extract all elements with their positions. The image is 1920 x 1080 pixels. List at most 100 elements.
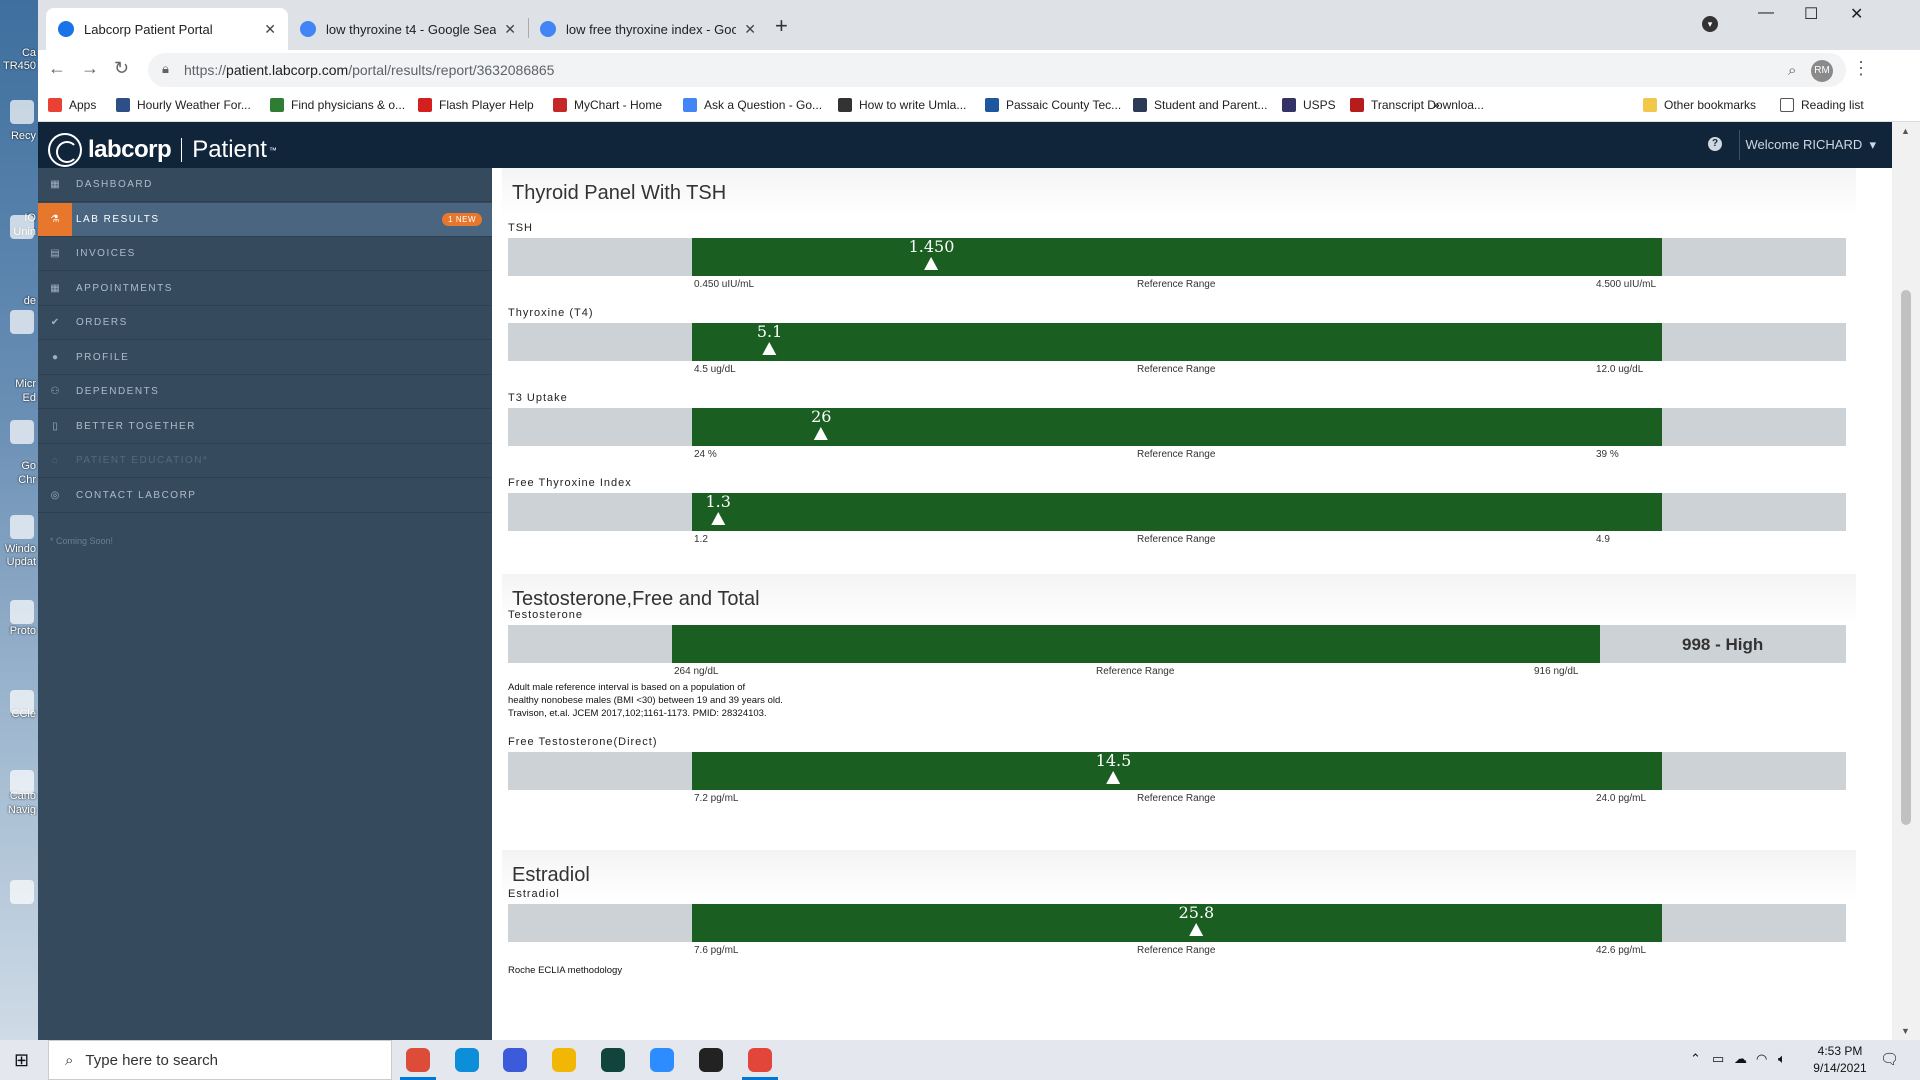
desktop-icon-label[interactable]: Navig [0, 804, 38, 816]
bookmark-label: Transcript Downloa... [1371, 98, 1484, 112]
profile-avatar[interactable]: RM [1811, 60, 1833, 82]
maximize-icon[interactable]: ☐ [1804, 4, 1818, 24]
sidebar-item-label: PROFILE [76, 351, 130, 363]
page-scrollbar[interactable]: ▲ ▼ [1892, 122, 1920, 1040]
other-bookmarks-folder[interactable]: Other bookmarks [1643, 98, 1756, 112]
tray-chevron-icon[interactable]: ⌃ [1690, 1051, 1701, 1067]
back-arrow-icon[interactable]: ← [48, 58, 66, 79]
marker-triangle-icon [1189, 923, 1204, 936]
desktop-shortcut-icon[interactable] [10, 515, 34, 539]
range-high-label: 12.0 ug/dL [1596, 364, 1644, 375]
zoom-icon[interactable]: ⌕ [1788, 62, 1796, 79]
file-explorer-icon[interactable] [552, 1048, 576, 1072]
scrollbar-thumb[interactable] [1901, 290, 1911, 825]
desktop-icon-label[interactable]: Go [0, 460, 38, 472]
desktop-icon-label[interactable]: Windo [0, 543, 38, 555]
bookmark-item[interactable]: Transcript Downloa... [1350, 98, 1484, 112]
desktop-icon-label[interactable]: Recy [0, 130, 38, 142]
ccleaner-icon[interactable] [748, 1048, 772, 1072]
note-line: Roche ECLIA methodology [508, 965, 623, 976]
reload-icon[interactable]: ↻ [114, 58, 129, 79]
desktop-icon-label[interactable]: Ca [0, 47, 38, 59]
labcorp-logo[interactable]: labcorp Patient ™ [48, 133, 277, 167]
desktop-shortcut-icon[interactable] [10, 600, 34, 624]
web-page: labcorp Patient ™ ? Welcome RICHARD ▾ * C… [38, 122, 1920, 1040]
taskbar-search-box[interactable]: ⌕ Type here to search [48, 1040, 392, 1080]
desktop-icon-label[interactable]: Proto [0, 625, 38, 637]
forward-arrow-icon[interactable]: → [81, 58, 99, 79]
bookmark-item[interactable]: How to write Umla... [838, 98, 966, 112]
bookmark-item[interactable]: Hourly Weather For... [116, 98, 251, 112]
close-tab-icon[interactable]: ✕ [744, 21, 756, 38]
desktop-shortcut-icon[interactable] [10, 770, 34, 794]
desktop-icon-label[interactable]: Updat [0, 556, 38, 568]
sidebar-item-better-together[interactable]: ▯ BETTER TOGETHER [38, 410, 492, 444]
desktop-shortcut-icon[interactable] [10, 880, 34, 904]
help-icon[interactable]: ? [1708, 137, 1722, 151]
tab-google-search-2[interactable]: low free thyroxine index - Googl ✕ [528, 8, 768, 50]
tab-search-icon[interactable]: ▾ [1702, 16, 1718, 32]
volume-icon[interactable]: 🔈︎ [1778, 1051, 1786, 1067]
reading-list-button[interactable]: Reading list [1780, 98, 1864, 112]
sync-icon[interactable] [699, 1048, 723, 1072]
user-menu[interactable]: Welcome RICHARD ▾ [1745, 137, 1876, 153]
bookmark-item[interactable]: Student and Parent... [1133, 98, 1267, 112]
sidebar-item-dashboard[interactable]: ▦ DASHBOARD [38, 168, 492, 202]
address-bar[interactable]: 🔒︎ https://patient.labcorp.com/portal/re… [148, 53, 1846, 87]
result-marker: 5.1 [757, 323, 782, 355]
desktop-shortcut-icon[interactable] [10, 310, 34, 334]
range-label: Reference Range [1137, 793, 1216, 804]
sidebar-item-lab-results[interactable]: ⚗ LAB RESULTS 1 NEW [38, 202, 492, 237]
bookmark-item[interactable]: Flash Player Help [418, 98, 534, 112]
chrome-icon[interactable] [406, 1048, 430, 1072]
desktop-shortcut-icon[interactable] [10, 215, 34, 239]
link-icon: ▯ [52, 420, 58, 432]
tab-labcorp[interactable]: Labcorp Patient Portal ✕ [46, 8, 288, 50]
taskbar-clock[interactable]: 4:53 PM 9/14/2021 [1800, 1043, 1880, 1077]
adobe-icon [418, 98, 432, 112]
bookmark-item[interactable]: Apps [48, 98, 96, 112]
dashboard-icon: ▦ [50, 179, 60, 190]
onedrive-icon[interactable]: ☁ [1734, 1051, 1747, 1067]
edge-icon[interactable] [455, 1048, 479, 1072]
new-tab-button[interactable]: + [775, 13, 788, 39]
scroll-up-icon[interactable]: ▲ [1901, 126, 1910, 136]
zoom-icon[interactable] [650, 1048, 674, 1072]
tab-google-search-1[interactable]: low thyroxine t4 - Google Search ✕ [288, 8, 528, 50]
sidebar-item-orders[interactable]: ✔ ORDERS [38, 306, 492, 340]
bookmark-item[interactable]: MyChart - Home [553, 98, 662, 112]
desktop-icon-label[interactable]: de [0, 295, 38, 307]
sidebar-item-contact-labcorp[interactable]: ◎ CONTACT LABCORP [38, 479, 492, 513]
bookmark-item[interactable]: Passaic County Tec... [985, 98, 1121, 112]
bookmark-item[interactable]: USPS [1282, 98, 1336, 112]
window-close-icon[interactable]: ✕ [1850, 4, 1863, 24]
minimize-icon[interactable]: — [1758, 4, 1774, 22]
app-u-icon[interactable] [601, 1048, 625, 1072]
range-label: Reference Range [1137, 449, 1216, 460]
sidebar-item-appointments[interactable]: ▦ APPOINTMENTS [38, 272, 492, 306]
mail-icon[interactable] [503, 1048, 527, 1072]
desktop-icon-label[interactable]: Ed [0, 392, 38, 404]
bookmark-item[interactable]: Ask a Question - Go... [683, 98, 822, 112]
windows-start-icon[interactable]: ⊞ [14, 1050, 29, 1071]
sidebar-item-dependents[interactable]: ⚇ DEPENDENTS [38, 375, 492, 409]
desktop-shortcut-icon[interactable] [10, 420, 34, 444]
sidebar-item-profile[interactable]: ● PROFILE [38, 341, 492, 375]
sidebar-item-invoices[interactable]: ▤ INVOICES [38, 237, 492, 271]
marker-triangle-icon [711, 512, 726, 525]
desktop-icon-label[interactable]: TR450 [0, 60, 38, 72]
close-tab-icon[interactable]: ✕ [264, 21, 276, 38]
close-tab-icon[interactable]: ✕ [504, 21, 516, 38]
range-low-label: 0.450 uIU/mL [694, 279, 755, 290]
scroll-down-icon[interactable]: ▼ [1901, 1026, 1910, 1036]
bookmark-item[interactable]: Find physicians & o... [270, 98, 405, 112]
desktop-icon-label[interactable]: Chr [0, 474, 38, 486]
desktop-icon-label[interactable]: Micr [0, 378, 38, 390]
battery-icon[interactable]: ▭ [1712, 1051, 1724, 1067]
desktop-shortcut-icon[interactable] [10, 100, 34, 124]
browser-menu-icon[interactable]: ⋮ [1852, 58, 1870, 79]
reference-range-band [672, 625, 1600, 663]
wifi-icon[interactable]: ◠ [1756, 1051, 1767, 1067]
desktop-shortcut-icon[interactable] [10, 690, 34, 714]
notifications-icon[interactable]: 🗨︎ [1880, 1050, 1899, 1068]
